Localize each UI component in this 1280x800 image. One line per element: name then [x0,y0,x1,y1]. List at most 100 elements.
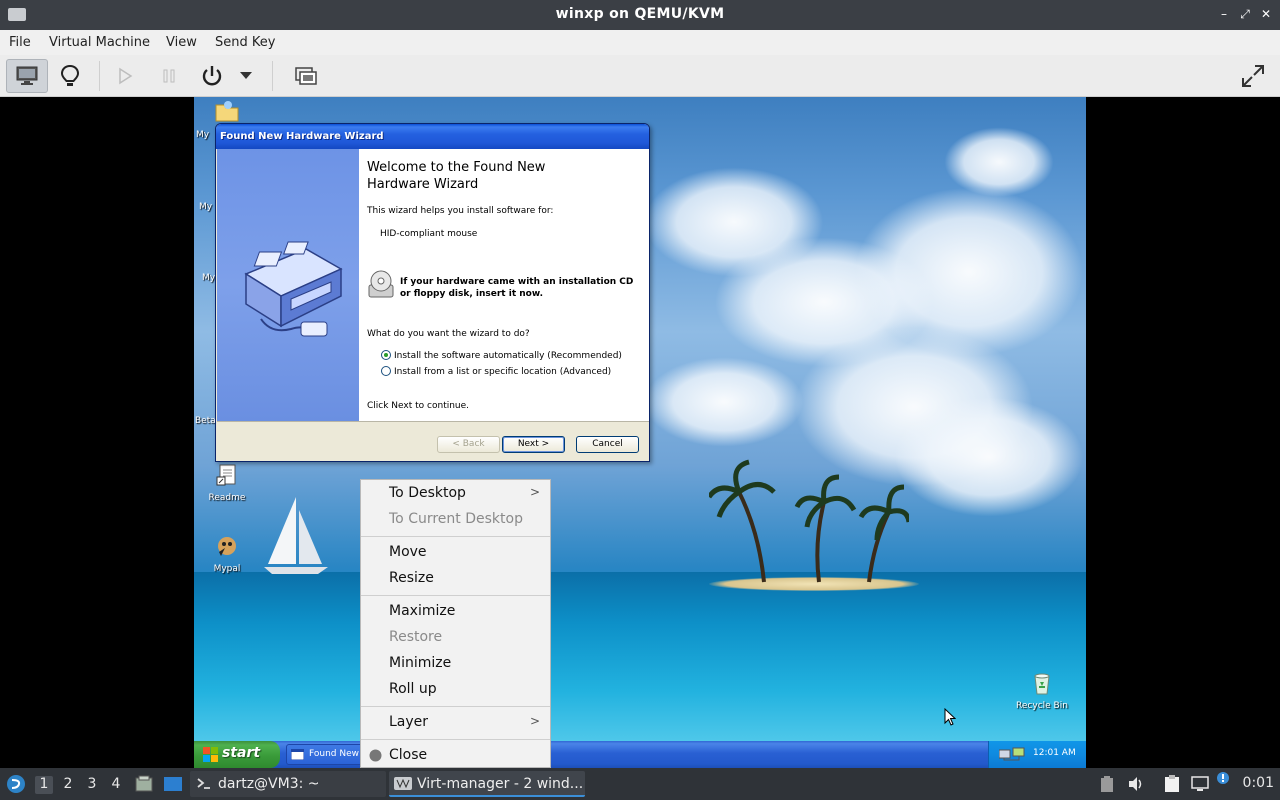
task-label: dartz@VM3: ~ [218,776,320,792]
shutdown-button[interactable] [191,59,233,93]
close-icon[interactable]: ✕ [1258,6,1274,22]
volume-icon[interactable] [1127,775,1145,793]
show-desktop-icon[interactable] [163,775,183,793]
task-virt-manager[interactable]: Virt-manager - 2 wind... [389,771,585,797]
cd-instruction-line: If your hardware came with an installati… [400,277,634,287]
option-auto-label[interactable]: Install the software automatically (Reco… [394,351,622,361]
console-button[interactable] [6,59,48,93]
desktop-icon-readme[interactable]: Readme [197,463,257,503]
menu-item-label: Restore [389,629,443,645]
wizard-caption[interactable]: Found New Hardware Wizard [216,124,649,149]
menu-separator [361,536,550,537]
radio-install-automatically[interactable] [381,350,391,360]
run-button[interactable] [104,59,146,93]
window-context-menu: To Desktop > To Current Desktop Move Resi… [360,479,551,768]
play-icon [119,67,133,85]
cloud [644,357,804,447]
menu-item-layer[interactable]: Layer > [361,709,550,735]
menu-bar: File Virtual Machine View Send Key [0,30,1280,55]
menu-item-maximize[interactable]: Maximize [361,598,550,624]
menu-item-close[interactable]: Close [361,742,550,768]
device-name: HID-compliant mouse [380,229,478,239]
desktop-icon-label: Mypal [213,564,241,574]
recycle-bin-icon [1034,673,1050,695]
fullscreen-switch-button[interactable] [285,59,327,93]
menu-item-minimize[interactable]: Minimize [361,650,550,676]
next-button[interactable]: Next > [502,436,565,453]
found-new-hardware-wizard[interactable]: Found New Hardware Wizard Welcome to the… [215,123,650,462]
cloud [894,397,1084,517]
back-button[interactable]: < Back [437,436,500,453]
task-terminal[interactable]: dartz@VM3: ~ [190,771,386,797]
workspace-2[interactable]: 2 [59,776,77,794]
menu-item-label: Maximize [389,603,456,619]
menu-item-label: Roll up [389,681,437,697]
toolbar [0,55,1280,97]
pause-button[interactable] [148,59,190,93]
wizard-continue-text: Click Next to continue. [367,401,470,411]
network-icon [999,747,1025,761]
shutdown-menu-button[interactable] [231,59,261,93]
trash-tray-icon[interactable] [1099,775,1115,793]
desktop-icon-label: Readme [208,493,246,503]
sailboat [264,497,328,574]
cd-instruction: If your hardware came with an installati… [400,276,633,300]
mouse-cursor-icon [944,708,956,726]
maximize-icon[interactable]: ⤢ [1237,6,1253,22]
wizard-footer: < Back Next > Cancel [217,421,649,461]
task-label: Virt-manager - 2 wind... [417,776,584,792]
title-bar: winxp on QEMU/KVM – ⤢ ✕ [0,0,1280,30]
fullscreen-button[interactable] [1232,59,1274,93]
xp-system-tray: 12:01 AM [988,741,1086,768]
hardware-icon [244,241,343,337]
menu-item-to-desktop[interactable]: To Desktop > [361,480,550,506]
expand-icon [1242,65,1264,87]
chevron-down-icon [240,72,252,79]
host-panel: 1 2 3 4 dartz@VM3: ~ Virt-manager - 2 wi… [0,768,1280,800]
xp-clock: 12:01 AM [1033,748,1076,758]
clipboard-icon[interactable] [1163,775,1181,793]
display-icon[interactable] [1191,775,1209,793]
menu-item-roll-up[interactable]: Roll up [361,676,550,702]
details-button[interactable] [49,59,91,93]
chevron-right-icon: > [529,714,540,728]
palm-trees [709,459,909,583]
menu-item-move[interactable]: Move [361,539,550,565]
folder-icon [215,101,239,122]
minimize-icon[interactable]: – [1216,6,1232,22]
menu-launcher-icon[interactable] [6,774,26,794]
window-icon [291,749,304,760]
cancel-button[interactable]: Cancel [576,436,639,453]
menu-item-to-current-desktop: To Current Desktop [361,506,550,532]
menu-item-resize[interactable]: Resize [361,565,550,591]
menu-separator [361,739,550,740]
menu-send-key[interactable]: Send Key [215,35,275,50]
update-notification-icon[interactable] [1216,771,1230,785]
menu-view[interactable]: View [166,35,197,50]
desktop-icon-recycle-bin[interactable]: Recycle Bin [1012,671,1072,711]
workspace-1[interactable]: 1 [35,776,53,794]
xp-taskbar: start Found New 12:01 AM [194,741,1086,768]
menu-item-label: Minimize [389,655,452,671]
menu-item-label: To Current Desktop [389,511,523,527]
workspace-4[interactable]: 4 [107,776,125,794]
menu-virtual-machine[interactable]: Virtual Machine [49,35,150,50]
start-button[interactable]: start [194,741,280,768]
chevron-right-icon: > [529,485,540,499]
panel-clock[interactable]: 0:01 [1243,775,1274,791]
radio-install-from-list[interactable] [381,366,391,376]
file-manager-icon[interactable] [135,775,153,793]
workspace-3[interactable]: 3 [83,776,101,794]
desktop-icon-mypal[interactable]: Mypal [197,534,257,574]
desktop-icon-label: My [196,130,210,140]
wizard-intro: This wizard helps you install software f… [367,206,554,216]
menu-file[interactable]: File [9,35,31,50]
window-title: winxp on QEMU/KVM [555,6,725,22]
desktop-icon-label: My [199,202,213,212]
wizard-heading-line: Welcome to the Found New [367,160,546,175]
option-manual-label[interactable]: Install from a list or specific location… [394,367,611,377]
cd-icon [368,270,394,298]
wizard-content: Welcome to the Found New Hardware Wizard… [367,149,649,421]
wizard-body: Welcome to the Found New Hardware Wizard… [217,149,649,421]
desktop-icon-label: Beta [195,416,216,426]
